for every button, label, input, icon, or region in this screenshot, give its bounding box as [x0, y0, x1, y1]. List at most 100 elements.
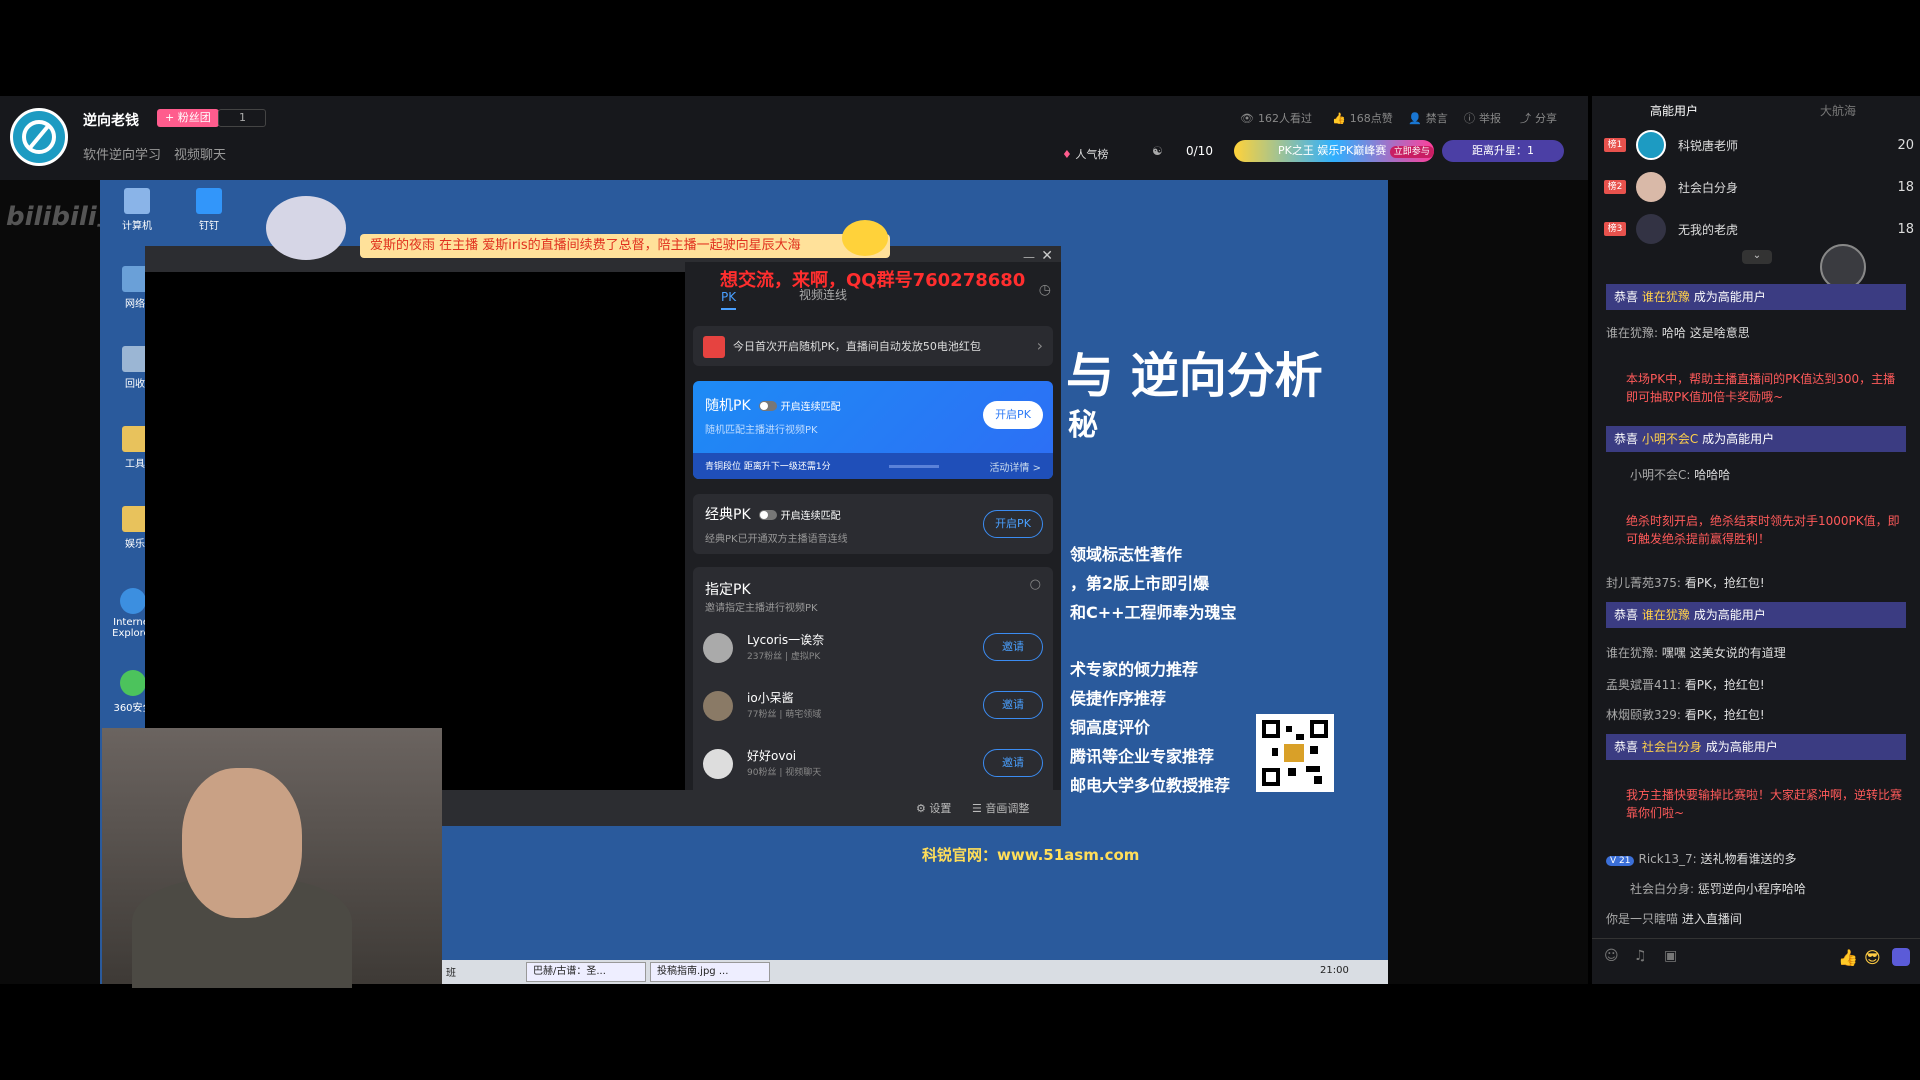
avatar — [703, 749, 733, 779]
logo-icon — [22, 120, 56, 154]
system-message: 恭喜 谁在犹豫 成为高能用户 — [1606, 284, 1906, 310]
qr-code — [1256, 714, 1334, 792]
search-icon[interactable]: ○ — [1030, 577, 1041, 592]
gear-icon: ⚙ — [916, 802, 926, 815]
share-icon: ⤴ — [1520, 112, 1531, 125]
member-badge: V 21 — [1606, 856, 1635, 866]
warning-icon: ⓘ — [1464, 112, 1475, 125]
avatar — [1636, 172, 1666, 202]
sliders-icon: ☰ — [972, 802, 982, 815]
level-progress-button[interactable]: 距离升星：1 — [1442, 140, 1564, 162]
pk-progress: 0/10 — [1186, 144, 1213, 158]
chat-message: 社会白分身: 惩罚逆向小程序哈哈 — [1630, 882, 1806, 896]
bell-icon[interactable]: ♫ — [1634, 948, 1647, 964]
panel-footer: ⚙ 设置 ☰ 音画调整 — [440, 790, 1061, 826]
eye-icon: 👁 — [1240, 111, 1254, 125]
activity-detail-link[interactable]: 活动详情 > — [989, 459, 1041, 474]
pk-tip: 绝杀时刻开启，绝杀结束时领先对手1000PK值，即可触发绝杀提前赢得胜利！ — [1626, 514, 1900, 546]
report-button[interactable]: ⓘ 举报 — [1464, 110, 1501, 126]
red-packet-icon — [703, 336, 725, 358]
gift-emoji-icon[interactable]: 😎 — [1864, 948, 1881, 967]
chat-sidebar: 高能用户 大航海 榜1 科锐唐老师 20 榜2 社会白分身 18 榜3 无我的老虎 18 ⌄… — [1592, 96, 1920, 984]
windows-taskbar: 班 巴赫/古谱：圣... 投稿指南.jpg ... 21:00 — [440, 960, 1388, 984]
avatar — [703, 691, 733, 721]
fan-count: 1 — [218, 109, 266, 127]
room-header: 逆向老钱 + 粉丝团 1 软件逆向学习 视频聊天 👁 162人看过 👍 168点赞 … — [0, 96, 1588, 180]
fire-icon: ♦ — [1062, 148, 1072, 161]
pk-tip: 我方主播快要输掉比赛啦！大家赶紧冲啊，逆转比赛靠你们啦~ — [1626, 788, 1903, 820]
pk-event-banner[interactable]: PK之王 娱乐PK巅峰赛 立即参与 — [1234, 140, 1434, 162]
classic-pk-title: 经典PK 开启连续匹配 — [705, 507, 841, 523]
streamer-name[interactable]: 逆向老钱 — [83, 110, 139, 130]
webcam-feed — [102, 728, 442, 988]
website-text: 科锐官网：www.51asm.com — [922, 846, 1140, 864]
classic-pk-card: 经典PK 开启连续匹配 经典PK已开通双方主播语音连线 开启PK — [693, 494, 1053, 554]
chat-message: 林烟颐敦329: 看PK，抢红包! — [1606, 708, 1765, 722]
mute-button[interactable]: 👤 禁言 — [1408, 110, 1448, 126]
chat-message: 你是一只瞎喵 进入直播间 — [1606, 912, 1742, 926]
user-icon: 👤 — [1408, 111, 1422, 125]
slide-mark: 秘 — [1068, 408, 1098, 443]
continuous-match-toggle[interactable] — [758, 401, 777, 411]
list-item: 好好ovoi 90粉丝 | 视频聊天 邀请 — [703, 745, 1043, 785]
invite-button[interactable]: 邀请 — [983, 749, 1043, 777]
clock: 21:00 — [1320, 965, 1349, 976]
system-message: 恭喜 谁在犹豫 成为高能用户 — [1606, 602, 1906, 628]
audio-adjust-button[interactable]: ☰ 音画调整 — [972, 800, 1029, 816]
tab-guard[interactable]: 大航海 — [1820, 102, 1856, 119]
random-pk-title: 随机PK 开启连续匹配 — [705, 398, 841, 414]
start-classic-pk-button[interactable]: 开启PK — [983, 510, 1043, 538]
chevron-right-icon: › — [1036, 336, 1043, 355]
random-pk-card: 随机PK 开启连续匹配 随机匹配主播进行视频PK 开启PK 青铜段位 距离升下一级… — [693, 381, 1053, 479]
avatar — [1636, 130, 1666, 160]
fan-club-button[interactable]: + 粉丝团 — [157, 109, 219, 127]
chat-message: 孟奥斌晋411: 看PK，抢红包! — [1606, 678, 1765, 692]
taskbar-item[interactable]: 投稿指南.jpg ... — [650, 962, 770, 982]
invite-button[interactable]: 邀请 — [983, 633, 1043, 661]
tab-pk[interactable]: PK — [721, 290, 737, 310]
chat-message: 封儿菁苑375: 看PK，抢红包! — [1606, 576, 1765, 590]
gift-character-icon — [266, 196, 346, 260]
streamer-avatar[interactable] — [10, 108, 68, 166]
area-tag[interactable]: 软件逆向学习 — [83, 144, 161, 163]
slide-title: 与 逆向分析 — [1066, 348, 1323, 404]
system-message: 恭喜 社会白分身 成为高能用户 — [1606, 734, 1906, 760]
rank-progress-bar: 青铜段位 距离升下一级还需1分 活动详情 > — [693, 453, 1053, 479]
desktop-icon-computer: 计算机 — [114, 188, 160, 232]
continuous-match-toggle[interactable] — [758, 510, 777, 520]
settings-button[interactable]: ⚙ 设置 — [916, 800, 951, 816]
start-random-pk-button[interactable]: 开启PK — [983, 401, 1043, 429]
rank-row[interactable]: 榜1 科锐唐老师 20 — [1604, 130, 1914, 160]
list-item: Lycoris一诶奈 237粉丝 | 虚拟PK 邀请 — [703, 629, 1043, 669]
pk-notice[interactable]: 今日首次开启随机PK，直播间自动发放50电池红包 › — [693, 326, 1053, 366]
qr-code-icon — [1262, 720, 1328, 786]
share-button[interactable]: ⤴ 分享 — [1520, 110, 1557, 126]
chevron-down-icon[interactable]: ⌄ — [1742, 250, 1772, 264]
chat-message: V 21 Rick13_7: 送礼物看谁送的多 — [1606, 850, 1906, 870]
person-face — [182, 768, 302, 918]
tab-high-energy-users[interactable]: 高能用户 — [1650, 102, 1698, 119]
area-tag[interactable]: 视频聊天 — [174, 144, 226, 163]
qq-group-overlay: 想交流，来啊，QQ群号760278680 — [720, 270, 1026, 291]
popularity-rank[interactable]: ♦ 人气榜 — [1062, 146, 1108, 162]
invite-button[interactable]: 邀请 — [983, 691, 1043, 719]
duck-icon — [842, 220, 888, 256]
chat-message: 谁在犹豫: 哈哈 这是啥意思 — [1606, 326, 1750, 340]
viewers-stat: 👁 162人看过 — [1240, 111, 1312, 126]
rank-row[interactable]: 榜3 无我的老虎 18 — [1604, 214, 1914, 244]
chat-message: 谁在犹豫: 嘿嘿 这美女说的有道理 — [1606, 646, 1786, 660]
designated-pk-card: 指定PK 邀请指定主播进行视频PK ○ Lycoris一诶奈 237粉丝 | 虚… — [693, 567, 1053, 790]
gift-ticker: 爱斯的夜雨 在主播 爱斯iris的直播间续费了总督，陪主播一起驶向星辰大海 — [360, 234, 890, 258]
system-message: 恭喜 小明不会C 成为高能用户 — [1606, 426, 1906, 452]
avatar — [703, 633, 733, 663]
emoji-icon[interactable]: ☺ — [1604, 948, 1619, 964]
screenshot-icon[interactable]: ▣ — [1664, 948, 1677, 964]
more-icon[interactable] — [1892, 948, 1910, 966]
likes-stat[interactable]: 👍 168点赞 — [1332, 110, 1393, 126]
taskbar-item[interactable]: 巴赫/古谱：圣... — [526, 962, 646, 982]
thumb-icon: 👍 — [1332, 111, 1346, 125]
like-icon[interactable]: 👍 — [1838, 948, 1858, 967]
chat-message: 小明不会C: 哈哈哈 — [1630, 468, 1731, 482]
rank-row[interactable]: 榜2 社会白分身 18 — [1604, 172, 1914, 202]
history-icon[interactable]: ◷ — [1039, 282, 1051, 298]
